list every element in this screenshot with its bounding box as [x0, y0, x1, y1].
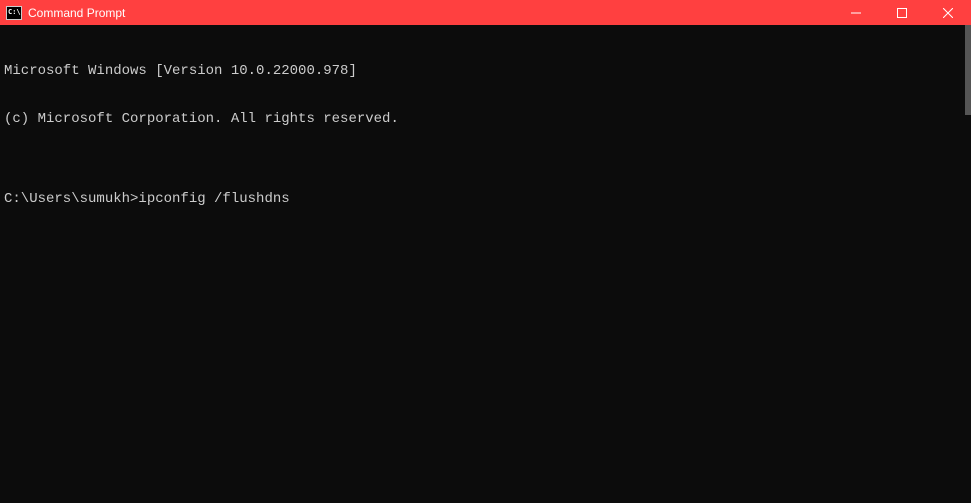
close-icon [943, 8, 953, 18]
terminal-output-line: (c) Microsoft Corporation. All rights re… [4, 111, 967, 127]
window-title: Command Prompt [28, 6, 833, 20]
close-button[interactable] [925, 0, 971, 25]
terminal-prompt-line: C:\Users\sumukh>ipconfig /flushdns [4, 191, 967, 207]
terminal-area[interactable]: Microsoft Windows [Version 10.0.22000.97… [0, 25, 971, 229]
terminal-output-line: Microsoft Windows [Version 10.0.22000.97… [4, 63, 967, 79]
minimize-button[interactable] [833, 0, 879, 25]
minimize-icon [851, 8, 861, 18]
maximize-button[interactable] [879, 0, 925, 25]
window-controls [833, 0, 971, 25]
terminal-prompt: C:\Users\sumukh> [4, 191, 138, 207]
terminal-command: ipconfig /flushdns [138, 191, 289, 207]
scrollbar-thumb[interactable] [965, 25, 971, 115]
maximize-icon [897, 8, 907, 18]
app-icon-text: C:\ [8, 9, 21, 16]
app-icon: C:\ [6, 6, 22, 20]
titlebar[interactable]: C:\ Command Prompt [0, 0, 971, 25]
